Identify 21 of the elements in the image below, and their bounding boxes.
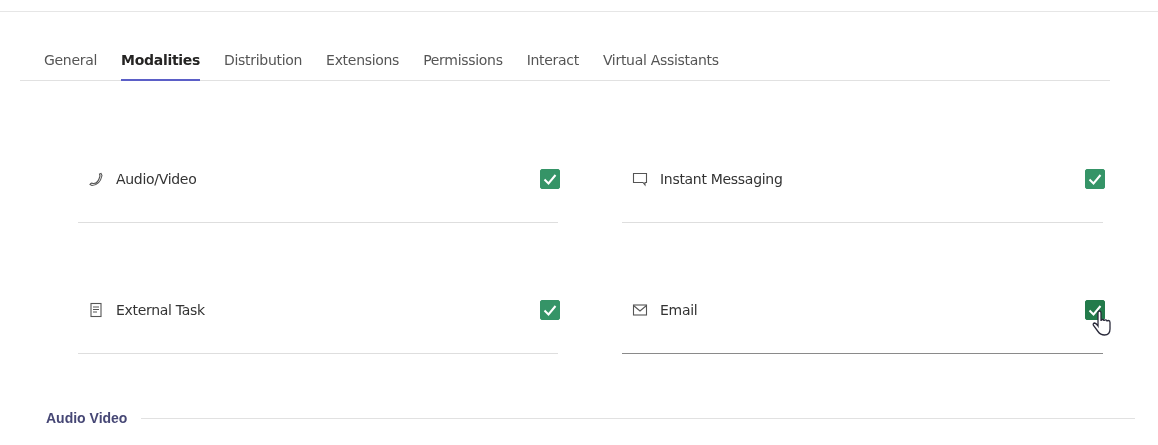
modality-label: Audio/Video [116,170,198,187]
checkbox[interactable] [540,168,560,189]
section-heading: Audio Video [46,410,128,426]
tab[interactable]: Extensions [326,48,400,81]
tab[interactable]: Interact [526,48,579,81]
checkbox[interactable] [540,299,560,320]
chat-icon [632,170,648,187]
phone-icon [88,170,104,187]
modality-label: Email [660,301,699,318]
checkbox[interactable] [1085,168,1105,189]
tab[interactable]: General [44,48,98,81]
tab[interactable]: Distribution [224,48,303,81]
tab[interactable]: Virtual Assistants [602,48,719,81]
tab[interactable]: Permissions [423,48,503,81]
document-icon [88,301,104,318]
checkbox[interactable] [1085,299,1105,320]
hand-cursor-icon [1091,309,1113,338]
modality-label: External Task [116,301,206,318]
modality-label: Instant Messaging [660,170,784,187]
envelope-icon [632,301,648,318]
tab[interactable]: Modalities [121,48,200,81]
